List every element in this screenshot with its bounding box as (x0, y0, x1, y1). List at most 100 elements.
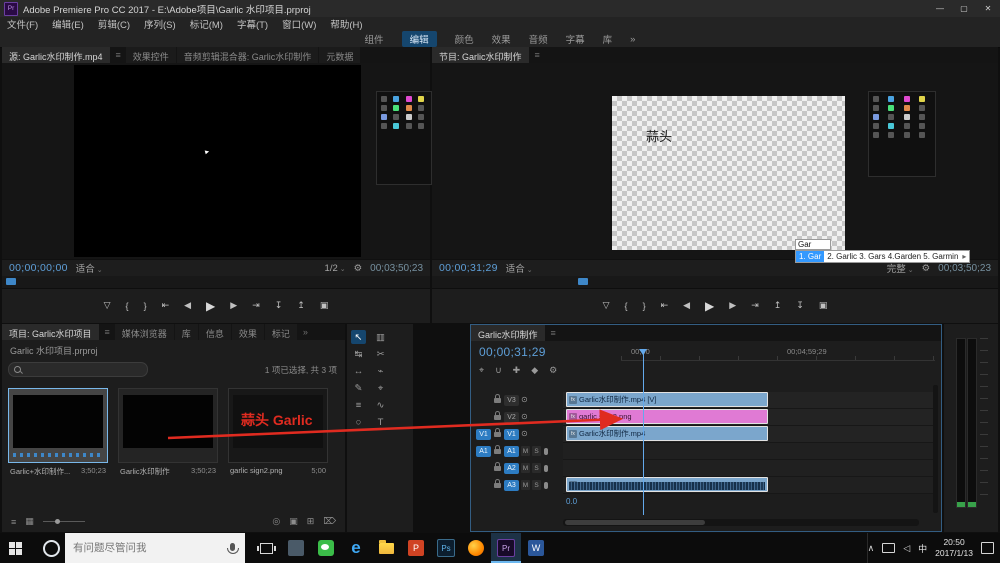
maximize-button[interactable]: ▢ (952, 4, 976, 13)
step-back-icon[interactable]: ◀ (184, 300, 191, 311)
tab-overflow-icon[interactable]: » (298, 324, 313, 340)
taskbar-app-explorer[interactable] (371, 533, 401, 563)
project-item-label[interactable]: Garlic水印制作 3;50;23 (118, 466, 218, 477)
go-to-out-icon[interactable]: ⇥ (751, 300, 759, 311)
menu-clip[interactable]: 剪辑(C) (91, 17, 137, 31)
rate-stretch-tool-icon[interactable]: ⌁ (373, 364, 388, 378)
workspace-tab-audio[interactable]: 音频 (529, 32, 548, 46)
start-button[interactable] (0, 533, 38, 563)
tab-info[interactable]: 信息 (198, 324, 231, 340)
list-view-icon[interactable]: ≡ (11, 517, 16, 527)
project-search-input[interactable] (8, 362, 148, 377)
workspace-tab-editing[interactable]: 编辑 (401, 31, 437, 47)
panel-menu-icon[interactable]: ≡ (100, 324, 115, 340)
minimize-button[interactable]: — (928, 4, 952, 13)
chevron-up-icon[interactable]: ∧ (868, 543, 875, 554)
project-item-thumbnail[interactable] (228, 388, 328, 463)
timeline-playhead[interactable] (639, 349, 647, 515)
action-center-icon[interactable] (981, 542, 994, 554)
lock-icon[interactable] (494, 478, 501, 488)
add-marker-icon[interactable]: ◆ (531, 365, 538, 376)
clip-v1[interactable]: fx Garlic水印制作.mp4 (566, 426, 768, 441)
taskbar-search[interactable] (65, 533, 245, 563)
network-icon[interactable] (882, 543, 896, 553)
selection-tool-icon[interactable]: ↖ (351, 330, 366, 344)
zoom-tool-icon[interactable]: ○ (351, 415, 366, 429)
ripple-edit-tool-icon[interactable]: ↹ (351, 347, 366, 361)
thumbnail-zoom-slider[interactable] (42, 519, 85, 524)
voiceover-record-icon[interactable] (544, 481, 548, 489)
mute-button[interactable]: M (521, 463, 530, 473)
mark-out-icon[interactable]: } (643, 301, 646, 311)
tab-media-browser[interactable]: 媒体浏览器 (114, 324, 174, 340)
taskbar-app-firefox[interactable] (461, 533, 491, 563)
export-frame-icon[interactable]: ▣ (819, 300, 828, 311)
icon-view-icon[interactable]: ▦ (25, 516, 34, 527)
insert-mode-icon[interactable]: ⌖ (479, 365, 484, 376)
workspace-tab-effects[interactable]: 效果 (492, 32, 511, 46)
lift-icon[interactable]: ↥ (774, 300, 782, 311)
slide-tool-icon[interactable]: ∿ (373, 398, 388, 412)
voiceover-record-icon[interactable] (544, 464, 548, 472)
track-name-toggle[interactable]: A3 (504, 479, 519, 491)
solo-button[interactable]: S (532, 480, 541, 490)
panel-menu-icon[interactable]: ≡ (111, 47, 126, 63)
pen-tool-icon[interactable]: ✎ (351, 381, 366, 395)
taskbar-app-powerpoint[interactable]: P (401, 533, 431, 563)
project-item-label[interactable]: Garlic+水印制作... 3;50;23 (8, 466, 108, 477)
menu-markers[interactable]: 标记(M) (183, 17, 230, 31)
toggle-track-output-icon[interactable]: ⊙ (521, 413, 528, 421)
tab-effect-controls[interactable]: 效果控件 (125, 47, 176, 63)
panel-menu-icon[interactable]: ≡ (546, 325, 561, 341)
insert-icon[interactable]: ↧ (275, 300, 283, 311)
timeline-settings-icon[interactable]: ⚙ (549, 365, 557, 376)
taskbar-app-word[interactable]: W (521, 533, 551, 563)
workspace-tab-libraries[interactable]: 库 (603, 32, 613, 46)
new-bin-icon[interactable]: ▣ (289, 516, 298, 527)
play-button[interactable]: ▶ (206, 299, 215, 313)
source-current-timecode[interactable]: 00;00;00;00 (9, 262, 68, 274)
voiceover-record-icon[interactable] (544, 447, 548, 455)
play-button[interactable]: ▶ (705, 299, 714, 313)
go-to-out-icon[interactable]: ⇥ (252, 300, 260, 311)
tab-metadata[interactable]: 元数据 (319, 47, 361, 63)
task-view-button[interactable] (251, 533, 281, 563)
timeline-timecode[interactable]: 00;00;31;29 (479, 345, 546, 359)
razor-tool-icon[interactable]: ✂ (373, 347, 388, 361)
workspace-tab-color[interactable]: 颜色 (455, 32, 474, 46)
lock-icon[interactable] (494, 410, 501, 420)
delete-icon[interactable]: ⌦ (323, 516, 336, 527)
workspace-overflow-icon[interactable]: » (630, 34, 635, 45)
overwrite-icon[interactable]: ↥ (297, 300, 305, 311)
menu-file[interactable]: 文件(F) (0, 17, 45, 31)
mark-out-icon[interactable]: } (144, 301, 147, 311)
menu-help[interactable]: 帮助(H) (323, 17, 369, 31)
slip-tool-icon[interactable]: ↔ (351, 364, 366, 378)
search-input[interactable] (71, 541, 230, 555)
master-level-value[interactable]: 0.0 (566, 497, 577, 506)
ime-candidate-selected[interactable]: 1. Gar (796, 251, 825, 262)
step-back-icon[interactable]: ◀ (683, 300, 690, 311)
mute-button[interactable]: M (521, 480, 530, 490)
ime-candidate-list[interactable]: 2. Garlic 3. Gars 4.Garden 5. Garmin (824, 252, 958, 262)
program-playhead-marker[interactable] (578, 278, 588, 285)
taskbar-app-gray[interactable] (281, 533, 311, 563)
source-patch-v1[interactable]: V1 (476, 428, 491, 440)
track-name-toggle[interactable]: V1 (504, 428, 519, 440)
source-playhead-marker[interactable] (6, 278, 16, 285)
program-resolution-select[interactable]: 完整 ⌄ (887, 261, 914, 275)
mute-button[interactable]: M (521, 446, 530, 456)
project-item-thumbnail[interactable] (118, 388, 218, 463)
track-name-toggle[interactable]: A2 (504, 462, 519, 474)
workspace-tab-assembly[interactable]: 组件 (365, 32, 384, 46)
track-name-toggle[interactable]: A1 (504, 445, 519, 457)
project-item-thumbnail[interactable] (8, 388, 108, 463)
toggle-track-output-icon[interactable]: ⊙ (521, 430, 528, 438)
timeline-ruler[interactable]: 00;00 00;04;59;29 (621, 347, 935, 361)
taskbar-app-premiere[interactable]: Pr (491, 533, 521, 563)
microphone-icon[interactable] (227, 542, 239, 554)
source-button-editor-panel[interactable] (376, 91, 432, 185)
clip-audio[interactable]: fx (566, 477, 768, 492)
menu-window[interactable]: 窗口(W) (275, 17, 323, 31)
source-resolution-select[interactable]: 1/2 ⌄ (325, 263, 346, 274)
